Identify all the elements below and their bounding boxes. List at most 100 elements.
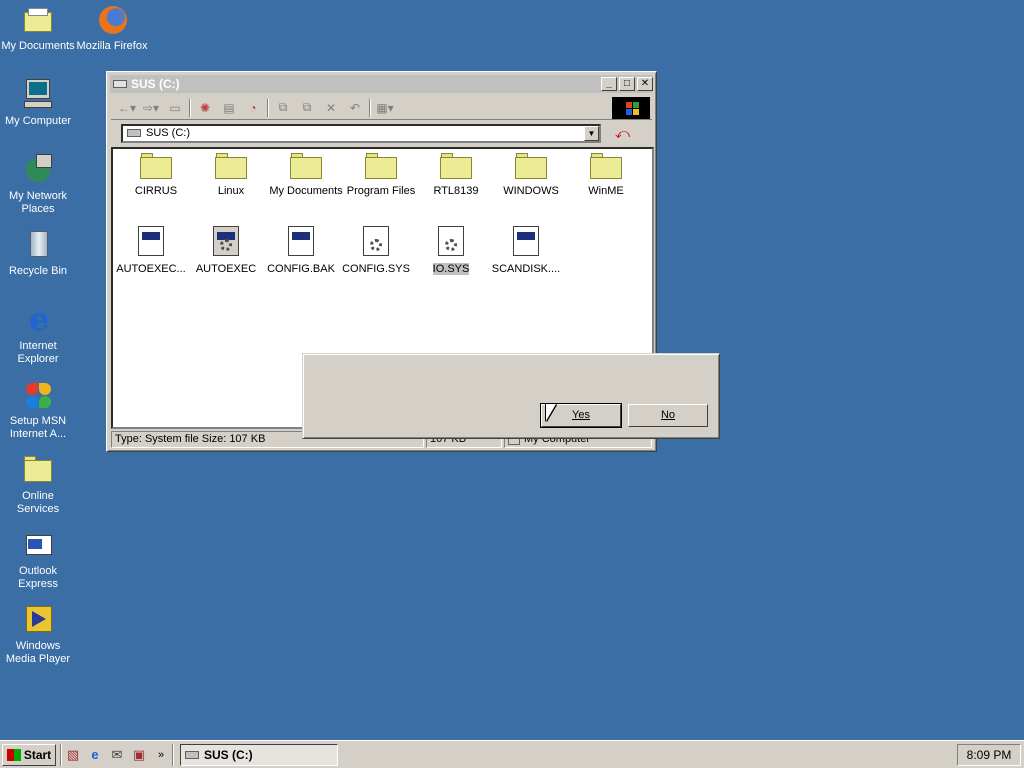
recycle-bin-icon (22, 229, 54, 261)
folder-item[interactable]: WINDOWS (493, 153, 569, 197)
folder-item[interactable]: Linux (193, 153, 269, 197)
item-label: WINDOWS (503, 185, 559, 197)
desktop-icon-my-computer[interactable]: My Computer (0, 79, 76, 128)
chevron-right-icon[interactable]: » (150, 744, 172, 766)
internet-explorer-icon[interactable]: e (84, 744, 106, 766)
close-button[interactable]: ✕ (637, 77, 653, 91)
file-item[interactable]: IO.SYS (413, 226, 489, 275)
history-icon[interactable]: ◔ (243, 99, 263, 117)
toolbar-separator (189, 98, 191, 117)
outlook-express-icon (22, 529, 54, 561)
file-icon (288, 226, 314, 256)
toolbar: ←▾ ⇨▾ ▭ ✺ ▤ ◔ ⧉ ⧉ ✕ ↶ ▦▾ (111, 96, 652, 120)
firefox-icon (96, 4, 128, 36)
address-field[interactable]: SUS (C:) ▼ (121, 123, 601, 143)
folder-icon (290, 153, 322, 179)
item-label: CONFIG.BAK (267, 263, 335, 275)
file-item[interactable]: AUTOEXEC... (113, 226, 189, 275)
undo-icon[interactable]: ↶ (345, 99, 365, 117)
drive-icon (185, 750, 199, 759)
desktop-icon-label: My Network Places (8, 190, 68, 215)
desktop-icon-internet-explorer[interactable]: e Internet Explorer (0, 300, 76, 366)
drive-icon (113, 80, 127, 88)
address-text: SUS (C:) (146, 127, 190, 139)
search-icon[interactable]: ✺ (195, 99, 215, 117)
file-item[interactable]: SCANDISK.... (488, 226, 564, 275)
copy-to-icon[interactable]: ⧉ (297, 99, 317, 117)
system-file-icon (363, 226, 389, 256)
item-label: SCANDISK.... (491, 263, 561, 275)
folder-icon (440, 153, 472, 179)
window-titlebar[interactable]: SUS (C:) _ □ ✕ (110, 75, 653, 93)
item-label: AUTOEXEC (195, 263, 257, 275)
file-item[interactable]: CONFIG.SYS (338, 226, 414, 275)
desktop-icon-windows-media-player[interactable]: Windows Media Player (0, 604, 76, 666)
internet-explorer-icon: e (28, 300, 50, 338)
item-label: WinME (588, 185, 624, 197)
move-to-icon[interactable]: ⧉ (273, 99, 293, 117)
toolbar-separator (369, 98, 371, 117)
desktop-icon-my-network-places[interactable]: My Network Places (0, 154, 76, 216)
toolbar-separator (267, 98, 269, 117)
views-icon[interactable]: ▦▾ (375, 99, 395, 117)
msn-butterfly-icon (22, 379, 54, 411)
item-label: AUTOEXEC... (116, 263, 186, 275)
item-label: CIRRUS (134, 185, 178, 197)
taskbar-window-button[interactable]: SUS (C:) (180, 743, 338, 766)
outlook-express-icon[interactable]: ✉ (106, 744, 128, 766)
no-button[interactable]: No (628, 404, 708, 427)
desktop-icon-recycle-bin[interactable]: Recycle Bin (0, 229, 76, 278)
folder-icon (215, 153, 247, 179)
item-label: My Documents (269, 185, 343, 197)
minimize-button[interactable]: _ (601, 77, 617, 91)
folder-icon (515, 153, 547, 179)
desktop-icon-label: Internet Explorer (17, 340, 59, 365)
delete-icon[interactable]: ✕ (321, 99, 341, 117)
windows-logo-icon (6, 748, 21, 761)
system-file-icon (438, 226, 464, 256)
confirm-dialog: Yes No (302, 353, 720, 439)
file-item[interactable]: AUTOEXEC (188, 226, 264, 275)
folder-item[interactable]: RTL8139 (418, 153, 494, 197)
desktop-icon-my-documents[interactable]: My Documents (0, 4, 76, 53)
go-icon[interactable]: ⤺ (615, 125, 630, 142)
folder-icon (22, 454, 54, 486)
address-bar: SUS (C:) ▼ ⤺ (111, 121, 652, 145)
desktop-icon-mozilla-firefox[interactable]: Mozilla Firefox (74, 4, 150, 53)
item-label: RTL8139 (433, 185, 479, 197)
taskbar-window-label: SUS (C:) (204, 747, 253, 762)
folder-item[interactable]: Program Files (343, 153, 419, 197)
chevron-down-icon[interactable]: ▼ (584, 125, 599, 141)
folder-item[interactable]: WinME (568, 153, 644, 197)
item-label: IO.SYS (432, 263, 470, 275)
desktop-icon-label: Recycle Bin (8, 265, 68, 277)
desktop-icon-label: My Documents (1, 40, 75, 52)
computer-icon (22, 79, 54, 111)
start-button[interactable]: Start (2, 743, 56, 766)
folder-item[interactable]: My Documents (268, 153, 344, 197)
item-label: CONFIG.SYS (342, 263, 410, 275)
desktop-icon-label: Setup MSN Internet A... (9, 415, 67, 440)
taskbar: Start ▧ e ✉ ▣ » SUS (C:) 8:09 PM (0, 740, 1024, 768)
desktop-icon-online-services[interactable]: Online Services (0, 454, 76, 516)
folder-item[interactable]: CIRRUS (118, 153, 194, 197)
file-icon (513, 226, 539, 256)
media-player-icon (22, 604, 54, 636)
item-label: Program Files (346, 185, 416, 197)
up-folder-icon[interactable]: ▭ (165, 99, 185, 117)
system-tray-clock[interactable]: 8:09 PM (957, 744, 1021, 766)
drive-icon (127, 129, 141, 137)
desktop-icon-outlook-express[interactable]: Outlook Express (0, 529, 76, 591)
taskbar-separator (172, 743, 174, 766)
back-icon[interactable]: ←▾ (117, 99, 137, 117)
forward-icon[interactable]: ⇨▾ (141, 99, 161, 117)
channels-icon[interactable]: ▣ (128, 744, 150, 766)
network-icon (22, 154, 54, 186)
folders-icon[interactable]: ▤ (219, 99, 239, 117)
folder-icon (365, 153, 397, 179)
desktop-icon-label: Windows Media Player (5, 640, 71, 665)
show-desktop-icon[interactable]: ▧ (62, 744, 84, 766)
desktop-icon-setup-msn[interactable]: Setup MSN Internet A... (0, 379, 76, 441)
maximize-button[interactable]: □ (619, 77, 635, 91)
file-item[interactable]: CONFIG.BAK (263, 226, 339, 275)
